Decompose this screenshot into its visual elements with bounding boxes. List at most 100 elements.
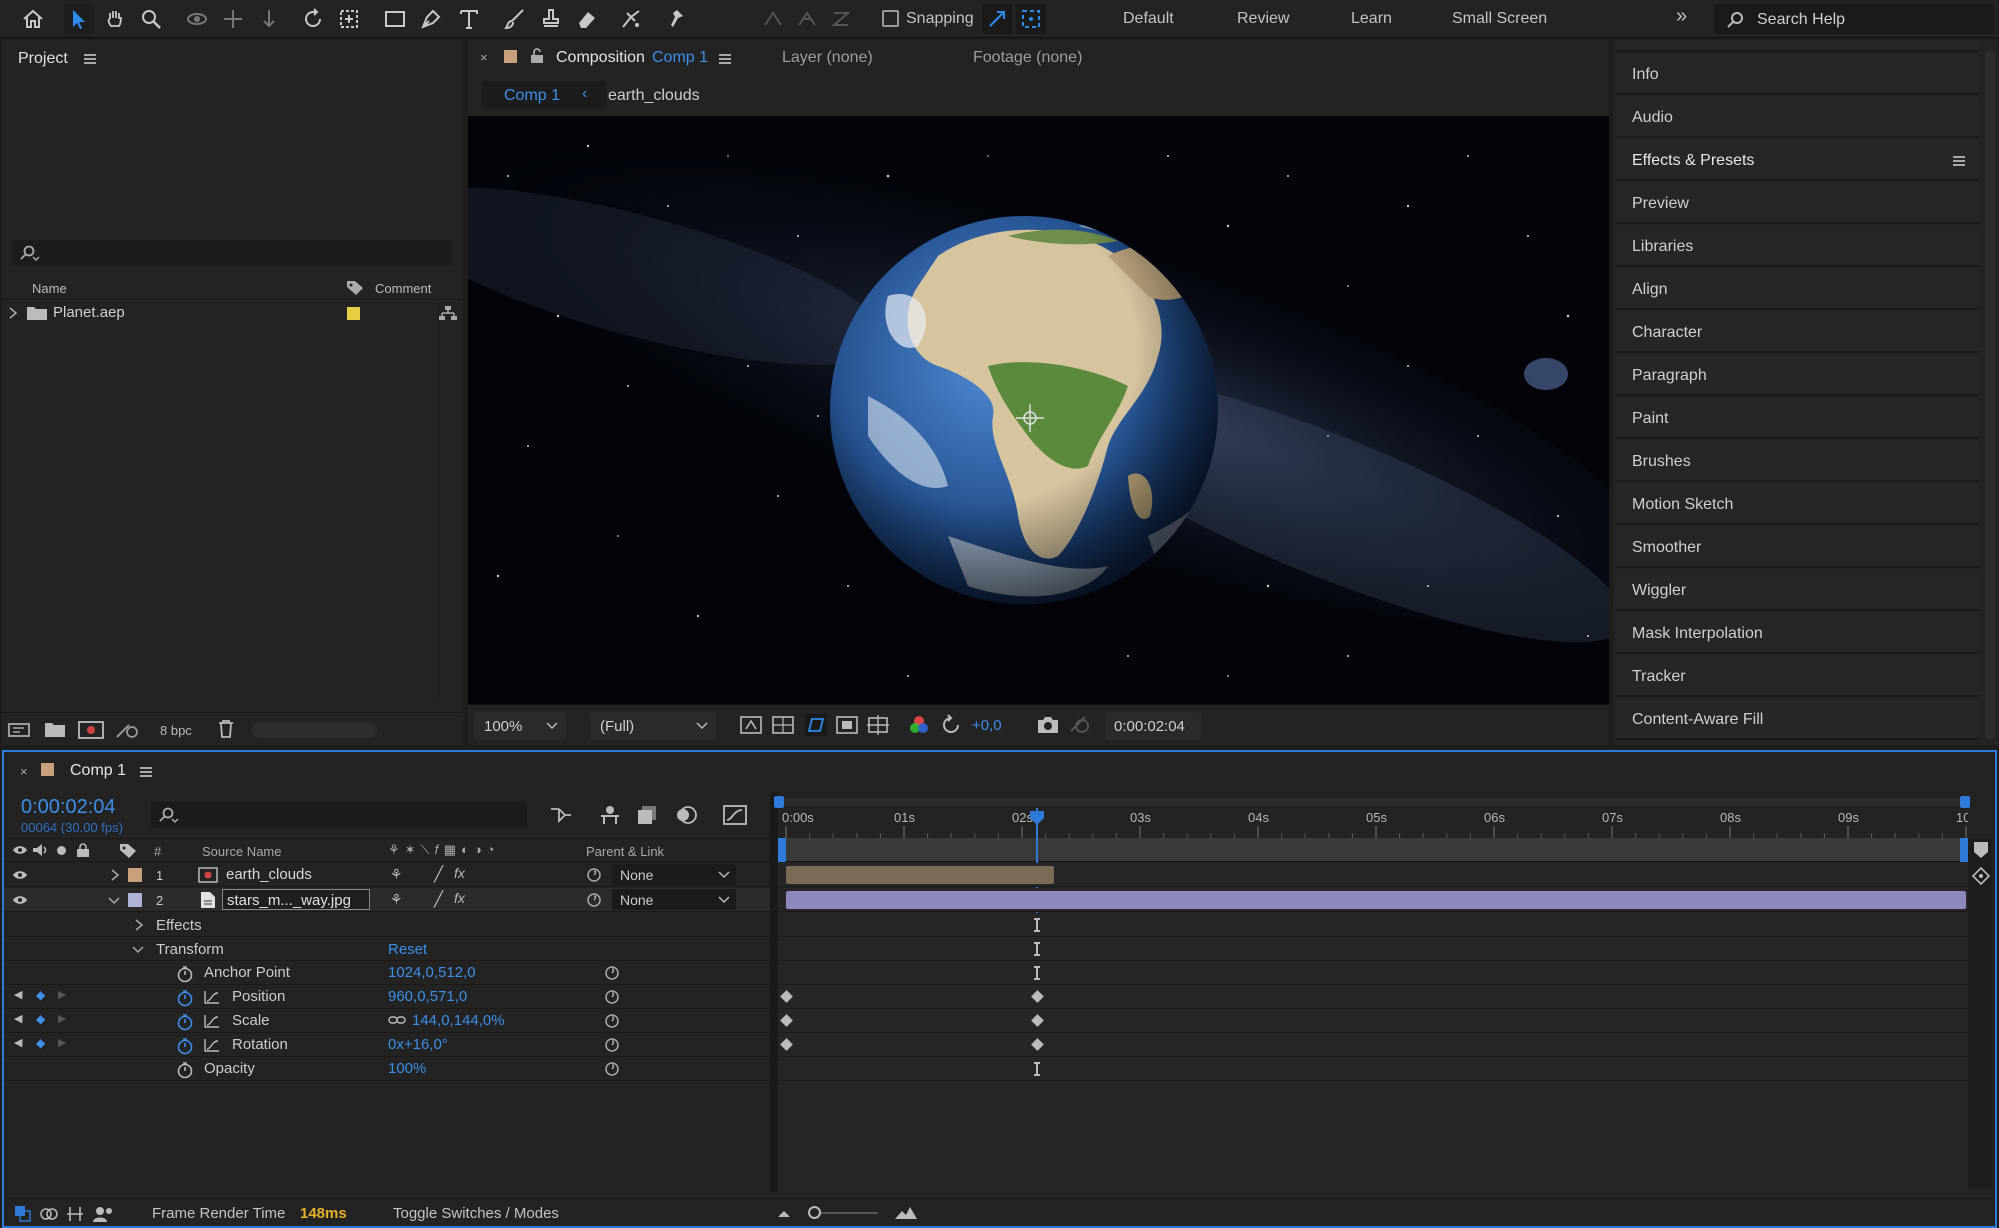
type-tool-icon[interactable] xyxy=(454,4,484,34)
more-workspaces-icon[interactable]: » xyxy=(1676,5,1687,28)
timeline-track[interactable] xyxy=(778,913,1968,937)
pan-behind-tool-icon[interactable] xyxy=(334,4,364,34)
new-composition-icon[interactable] xyxy=(78,720,104,740)
property-value[interactable]: 100% xyxy=(388,1060,426,1077)
property-value[interactable]: 0x+16,0° xyxy=(388,1036,448,1053)
layer-row-1[interactable]: 1 earth_clouds ⚘ ╱ fx None xyxy=(4,863,770,887)
chevron-down-icon[interactable] xyxy=(108,896,120,906)
layer-duration-bar[interactable] xyxy=(786,891,1966,909)
workspace-default[interactable]: Default xyxy=(1123,10,1174,28)
expression-pick-whip-icon[interactable] xyxy=(604,989,620,1005)
thumbnail-size-slider[interactable] xyxy=(252,722,377,738)
chevron-right-icon[interactable] xyxy=(110,869,120,881)
layer-tab[interactable]: Layer (none) xyxy=(782,49,873,67)
eye-icon[interactable] xyxy=(12,869,28,881)
render-time-pane-icon[interactable] xyxy=(92,1205,114,1223)
layer-switches-pane-icon[interactable] xyxy=(14,1205,32,1223)
in-out-pane-icon[interactable] xyxy=(66,1205,84,1223)
rotate-tool-icon[interactable] xyxy=(298,4,328,34)
effects-switch-icon[interactable]: fx xyxy=(454,865,465,881)
timeline-search-input[interactable] xyxy=(151,802,527,828)
panel-smoother[interactable]: Smoother xyxy=(1616,527,1979,568)
layer-label-color[interactable] xyxy=(128,868,142,882)
parent-dropdown[interactable]: None xyxy=(612,889,736,910)
trash-icon[interactable] xyxy=(217,719,235,739)
clone-stamp-tool-icon[interactable] xyxy=(536,4,566,34)
new-folder-icon[interactable] xyxy=(44,721,66,739)
pan-camera-icon[interactable] xyxy=(218,4,248,34)
comp-flowchart-icon[interactable] xyxy=(549,804,573,826)
mask-path-visibility-icon[interactable] xyxy=(804,713,828,737)
flowchart-icon[interactable] xyxy=(438,305,458,321)
property-row-rotation[interactable]: ◀ ◆ ▶ Rotation 0x+16,0° xyxy=(4,1033,770,1057)
column-parent-link[interactable]: Parent & Link xyxy=(586,844,664,859)
expression-pick-whip-icon[interactable] xyxy=(604,1037,620,1053)
effects-menu-icon[interactable] xyxy=(1953,156,1965,166)
navigator-end-handle[interactable] xyxy=(1960,796,1970,808)
panel-libraries[interactable]: Libraries xyxy=(1616,226,1979,267)
rectangle-tool-icon[interactable] xyxy=(380,4,410,34)
panel-paragraph[interactable]: Paragraph xyxy=(1616,355,1979,396)
work-area-bar[interactable] xyxy=(778,838,1968,862)
layer-row-2[interactable]: 2 stars_m..._way.jpg ⚘ ╱ fx None xyxy=(4,888,770,912)
stopwatch-icon[interactable] xyxy=(176,965,194,983)
panel-mask-interpolation[interactable]: Mask Interpolation xyxy=(1616,613,1979,654)
panel-character[interactable]: Character xyxy=(1616,312,1979,353)
quality-switch-icon[interactable]: ╱ xyxy=(434,890,443,908)
dolly-camera-icon[interactable] xyxy=(254,4,284,34)
label-tag-icon[interactable] xyxy=(119,843,137,859)
transform-group-row[interactable]: Transform Reset xyxy=(4,937,770,961)
collapse-switch-icon[interactable]: ⚘ xyxy=(390,866,403,883)
breadcrumb-earth-clouds[interactable]: earth_clouds xyxy=(608,87,700,105)
magnification-dropdown[interactable]: 100% xyxy=(474,712,566,740)
expression-pick-whip-icon[interactable] xyxy=(604,1013,620,1029)
panel-paint[interactable]: Paint xyxy=(1616,398,1979,439)
expression-pick-whip-icon[interactable] xyxy=(604,965,620,981)
align-x-icon[interactable] xyxy=(758,4,788,34)
chevron-down-icon[interactable] xyxy=(132,945,144,955)
prev-keyframe-icon[interactable]: ◀ xyxy=(14,1036,22,1049)
column-source-name[interactable]: Source Name xyxy=(202,844,281,859)
label-tag-icon[interactable] xyxy=(346,280,364,296)
next-keyframe-icon[interactable]: ▶ xyxy=(58,1036,66,1049)
list-item[interactable]: Planet.aep xyxy=(2,301,463,325)
composition-menu-icon[interactable] xyxy=(719,54,731,64)
stopwatch-icon[interactable] xyxy=(176,1013,194,1031)
graph-icon[interactable] xyxy=(204,990,220,1004)
panel-info[interactable]: Info xyxy=(1616,54,1979,95)
audio-icon[interactable] xyxy=(32,843,48,857)
panel-wiggler[interactable]: Wiggler xyxy=(1616,570,1979,611)
panel-motion-sketch[interactable]: Motion Sketch xyxy=(1616,484,1979,525)
timeline-empty-area[interactable] xyxy=(778,1081,1968,1191)
search-help-field[interactable]: Search Help xyxy=(1714,4,1994,34)
graph-icon[interactable] xyxy=(204,1038,220,1052)
transfer-controls-pane-icon[interactable] xyxy=(40,1205,58,1223)
right-panel-scrollbar[interactable] xyxy=(1985,50,1995,740)
brush-tool-icon[interactable] xyxy=(500,4,530,34)
motion-blur-icon[interactable] xyxy=(674,804,698,826)
composition-tab-label[interactable]: Composition xyxy=(556,49,645,67)
add-keyframe-icon[interactable]: ◆ xyxy=(36,988,45,1002)
stopwatch-icon[interactable] xyxy=(176,1061,194,1079)
label-color-swatch[interactable] xyxy=(347,307,360,320)
property-value[interactable]: 144,0,144,0% xyxy=(412,1012,505,1029)
prev-keyframe-icon[interactable]: ◀ xyxy=(14,1012,22,1025)
constrain-proportions-icon[interactable] xyxy=(388,1015,406,1025)
align-z-icon[interactable] xyxy=(826,4,856,34)
stopwatch-icon[interactable] xyxy=(176,1037,194,1055)
property-row-position[interactable]: ◀ ◆ ▶ Position 960,0,571,0 xyxy=(4,985,770,1009)
parent-dropdown[interactable]: None xyxy=(612,864,736,885)
workspace-learn[interactable]: Learn xyxy=(1351,10,1392,28)
region-of-interest-icon[interactable] xyxy=(836,715,858,735)
workspace-review[interactable]: Review xyxy=(1237,10,1289,28)
snapping-checkbox[interactable] xyxy=(882,10,899,27)
roto-brush-tool-icon[interactable] xyxy=(616,4,646,34)
work-area-start[interactable] xyxy=(778,838,786,862)
expression-pick-whip-icon[interactable] xyxy=(604,1061,620,1077)
transform-reset-button[interactable]: Reset xyxy=(388,941,427,958)
layer-pin-icon[interactable] xyxy=(1970,866,1992,886)
chevron-right-icon[interactable] xyxy=(134,919,144,931)
zoom-out-icon[interactable] xyxy=(776,1207,792,1219)
property-row-anchor-point[interactable]: Anchor Point 1024,0,512,0 xyxy=(4,961,770,985)
fast-previews-icon[interactable] xyxy=(740,715,762,735)
